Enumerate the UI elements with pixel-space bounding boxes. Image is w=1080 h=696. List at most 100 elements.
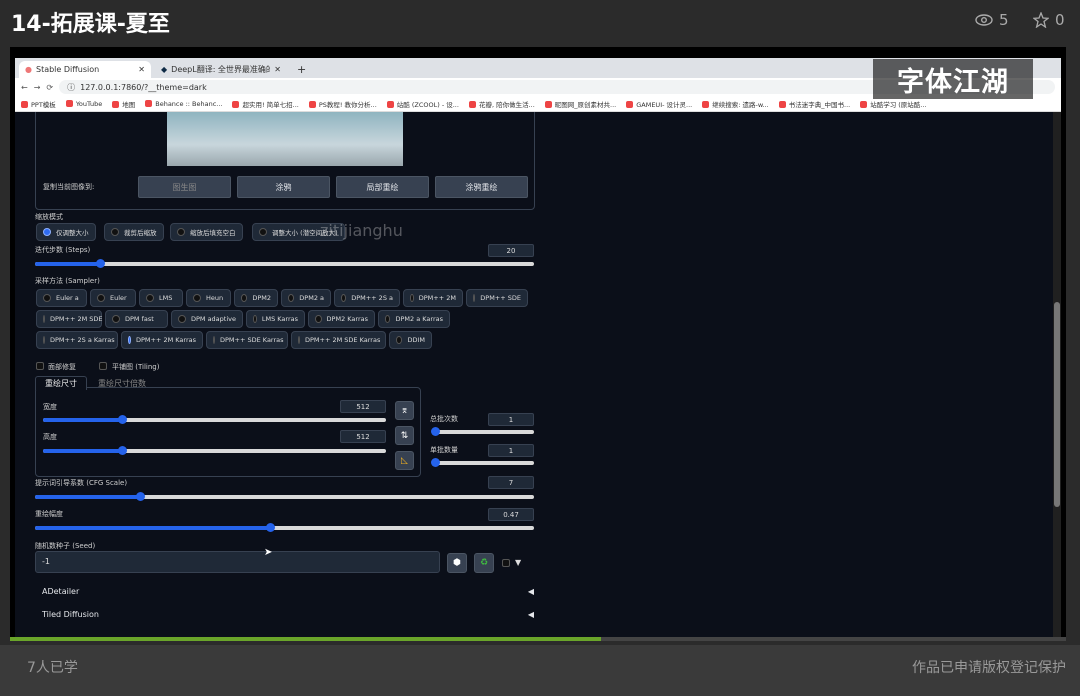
video-progress-fill [10, 637, 602, 641]
tab-resize-to[interactable]: 重绘尺寸 [35, 376, 87, 390]
new-tab-button[interactable]: + [291, 61, 312, 78]
bookmark-item[interactable]: GAMEUI- 设计灵... [626, 99, 692, 109]
cfg-input[interactable]: 7 [488, 476, 534, 489]
back-icon[interactable]: ← [21, 83, 28, 92]
slider-knob[interactable] [135, 492, 145, 501]
bookmark-item[interactable]: 书法迷字典_中国书... [779, 99, 850, 109]
dice-icon[interactable]: ⬢ [447, 553, 467, 573]
deepl-favicon-icon: ◆ [161, 65, 168, 74]
slider-knob[interactable] [431, 458, 440, 467]
batch-count-slider[interactable] [431, 427, 534, 436]
adetailer-accordion[interactable]: ADetailer ◀ [42, 587, 534, 596]
page-scrollbar[interactable] [1053, 112, 1061, 637]
bookmark-item[interactable]: PS教程! 教你分析... [309, 99, 377, 109]
bookmark-item[interactable]: 站酷 (ZCOOL) - 设... [387, 99, 459, 109]
mouse-cursor-icon: ➤ [264, 547, 273, 558]
bookmark-item[interactable]: 超实用! 简单七招... [232, 99, 298, 109]
bookmark-item[interactable]: 昵图网_原创素材共... [545, 99, 616, 109]
tiled-diffusion-accordion[interactable]: Tiled Diffusion ◀ [42, 610, 534, 619]
bookmark-item[interactable]: PPT模板 [21, 99, 56, 109]
learners-count: 7人已学 [27, 660, 78, 676]
favorite-button[interactable]: 0 [1033, 11, 1065, 29]
slider-knob[interactable] [431, 427, 440, 436]
video-progress-bar[interactable] [10, 637, 1066, 641]
sampler-option[interactable]: DPM++ 2M Karras [121, 331, 203, 349]
forward-icon[interactable]: → [34, 83, 41, 92]
tab-title: Stable Diffusion [35, 65, 100, 74]
slider-knob[interactable] [95, 259, 105, 268]
bookmark-item[interactable]: 继续搜索: 遗路-w... [702, 99, 769, 109]
swap-dimensions-icon[interactable]: ⇅ [395, 426, 414, 445]
tab-deepl[interactable]: ◆ DeepL翻译: 全世界最准确的翻... ✕ [155, 61, 287, 78]
cfg-slider[interactable] [35, 492, 534, 501]
bookmark-item[interactable]: 站酷学习 (原站酷... [860, 99, 926, 109]
scrollbar-thumb[interactable] [1054, 302, 1060, 507]
steps-slider[interactable] [35, 259, 534, 268]
sampler-option[interactable]: DPM2 Karras [308, 310, 375, 328]
batch-size-slider[interactable] [431, 458, 534, 467]
sampler-option[interactable]: DPM adaptive [171, 310, 243, 328]
denoise-input[interactable]: 0.47 [488, 508, 534, 521]
sampler-option[interactable]: Heun [186, 289, 231, 307]
height-slider[interactable] [43, 446, 386, 455]
sampler-option[interactable]: LMS [139, 289, 183, 307]
slider-knob[interactable] [265, 523, 275, 532]
bookmark-item[interactable]: YouTube [66, 100, 102, 108]
inpaint-button[interactable]: 局部重绘 [336, 176, 429, 198]
sampler-option[interactable]: Euler [90, 289, 136, 307]
recycle-icon[interactable]: ♻ [474, 553, 494, 573]
sampler-option[interactable]: DPM2 a Karras [378, 310, 450, 328]
height-input[interactable]: 512 [340, 430, 386, 443]
sampler-option[interactable]: DPM++ 2M SDE [36, 310, 103, 328]
width-input[interactable]: 512 [340, 400, 386, 413]
aspect-ratio-icon[interactable]: ◺ [395, 451, 414, 470]
sampler-option[interactable]: DPM2 a [281, 289, 331, 307]
inpaint-sketch-button[interactable]: 涂鸦重绘 [435, 176, 528, 198]
slider-knob[interactable] [117, 446, 127, 455]
seed-input[interactable]: -1 [35, 551, 440, 573]
sampler-option[interactable]: DPM++ SDE Karras [206, 331, 288, 349]
batch-size-label: 单批数量 [430, 446, 458, 454]
sampler-option[interactable]: Euler a [36, 289, 87, 307]
sampler-option[interactable]: DPM++ 2S a [334, 289, 400, 307]
denoise-slider[interactable] [35, 523, 534, 532]
sampler-option[interactable]: DPM++ SDE [466, 289, 528, 307]
lock-aspect-icon[interactable]: ⌆ [395, 401, 414, 420]
sampler-option[interactable]: LMS Karras [246, 310, 305, 328]
sampler-option[interactable]: DPM fast [105, 310, 168, 328]
extra-seed-checkbox[interactable] [502, 559, 510, 567]
resize-option-just-resize[interactable]: 仅调整大小 [36, 223, 96, 241]
steps-label: 迭代步数 (Steps) [35, 246, 91, 254]
sampler-option[interactable]: DPM2 [234, 289, 278, 307]
resize-option-fill[interactable]: 缩放后填充空白 [170, 223, 243, 241]
favorites-count: 0 [1055, 11, 1065, 29]
bookmark-item[interactable]: 地图 [112, 99, 135, 109]
url-text: 127.0.0.1:7860/?__theme=dark [80, 82, 207, 92]
slider-fill [35, 495, 140, 499]
sketch-button[interactable]: 涂鸦 [237, 176, 330, 198]
accordion-title: ADetailer [42, 587, 80, 596]
steps-input[interactable]: 20 [488, 244, 534, 257]
caret-down-icon[interactable]: ▼ [515, 558, 521, 567]
views-count: 5 [999, 11, 1009, 29]
bookmark-item[interactable]: Behance :: Behanc... [145, 100, 222, 108]
close-icon[interactable]: ✕ [274, 65, 281, 74]
tab-stable-diffusion[interactable]: ● Stable Diffusion ✕ [19, 61, 151, 78]
tab-resize-by[interactable]: 重绘尺寸倍数 [98, 378, 146, 389]
sampler-option[interactable]: DPM++ 2M [403, 289, 463, 307]
sampler-option[interactable]: DPM++ 2M SDE Karras [291, 331, 386, 349]
sampler-option[interactable]: DPM++ 2S a Karras [36, 331, 118, 349]
width-slider[interactable] [43, 415, 386, 424]
tiling-checkbox[interactable] [99, 362, 107, 370]
reload-icon[interactable]: ⟳ [46, 83, 53, 92]
video-player[interactable]: ● Stable Diffusion ✕ ◆ DeepL翻译: 全世界最准确的翻… [10, 47, 1066, 637]
bookmark-item[interactable]: 花瓣, 陪你做生活... [469, 99, 535, 109]
img2img-button[interactable]: 图生图 [138, 176, 231, 198]
sampler-option[interactable]: DDIM [389, 331, 432, 349]
resize-option-crop[interactable]: 裁剪后缩放 [104, 223, 164, 241]
slider-knob[interactable] [117, 415, 127, 424]
batch-count-input[interactable]: 1 [488, 413, 534, 426]
batch-size-input[interactable]: 1 [488, 444, 534, 457]
face-restore-checkbox[interactable] [36, 362, 44, 370]
close-icon[interactable]: ✕ [138, 65, 145, 74]
